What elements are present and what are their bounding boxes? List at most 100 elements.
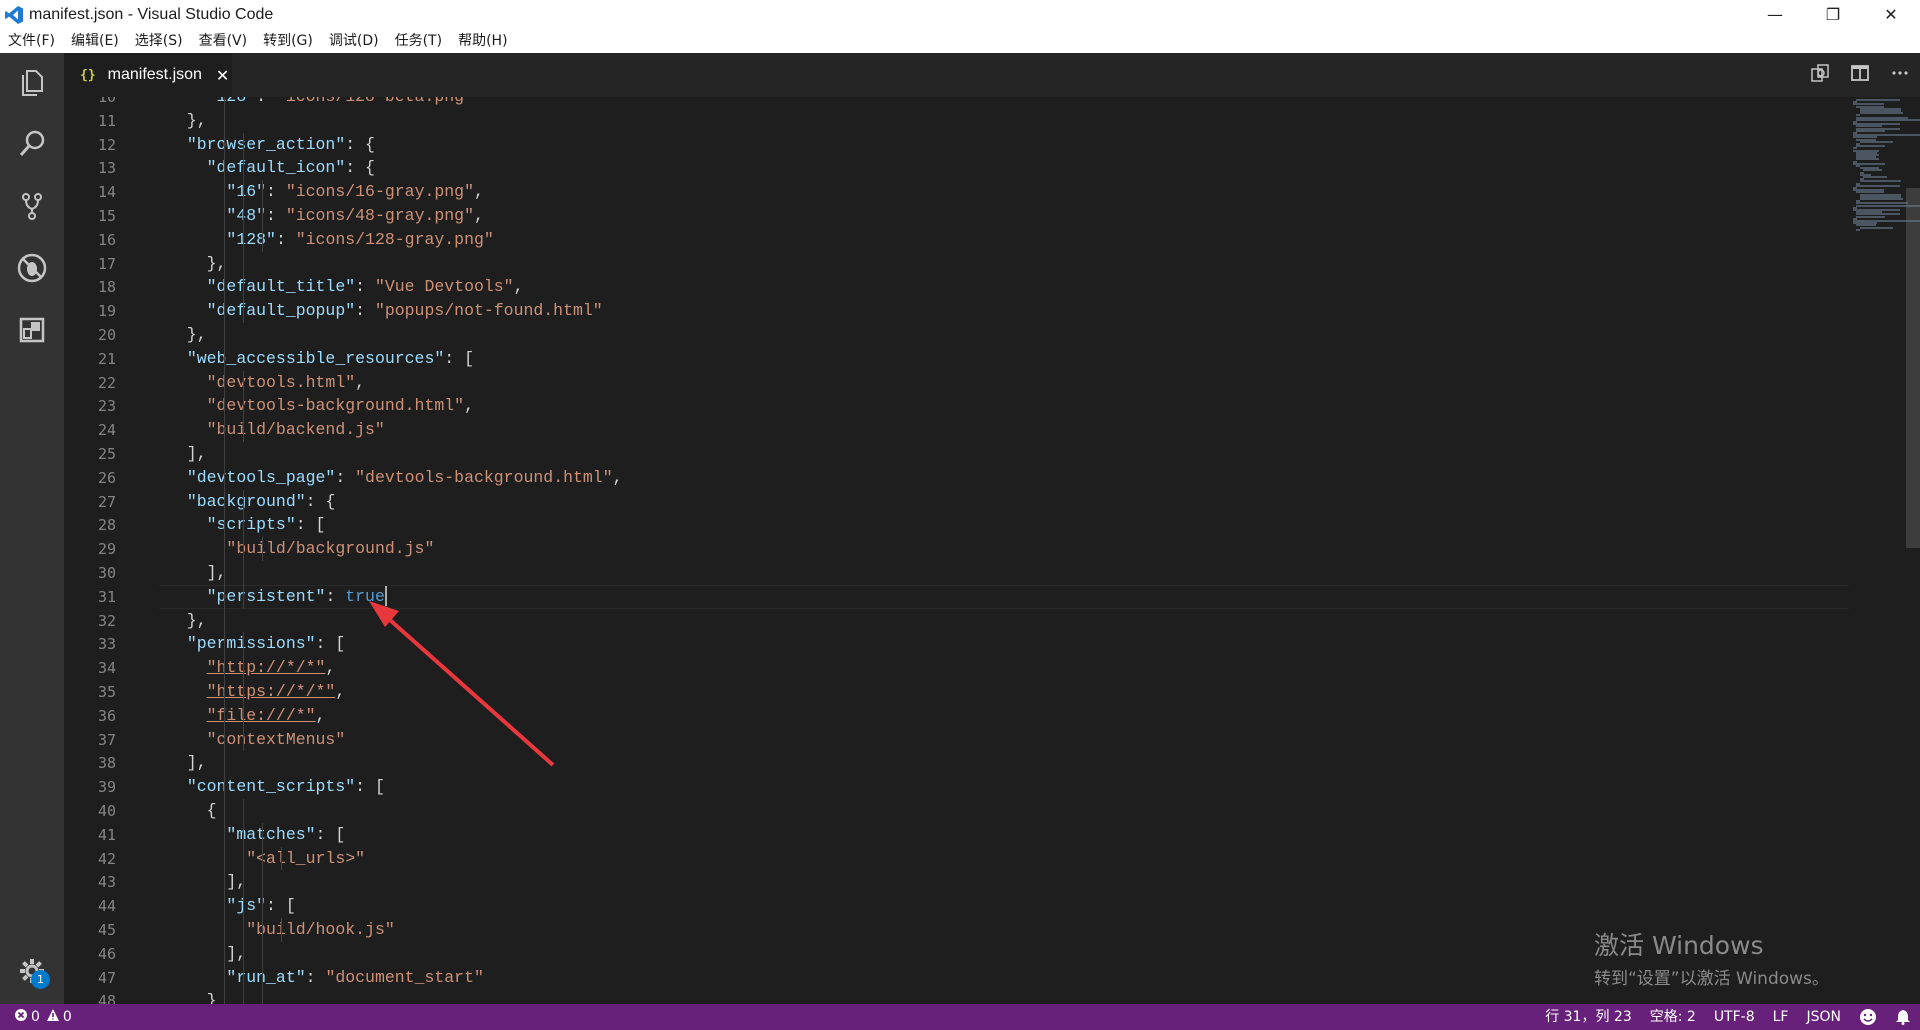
problems-indicator[interactable]: 0 0 <box>0 1004 78 1030</box>
close-button[interactable]: ✕ <box>1862 0 1920 29</box>
minimap-line <box>1859 226 1894 229</box>
explorer-button[interactable] <box>0 53 64 115</box>
line-number: 36 <box>97 706 116 725</box>
code-line: "browser_action": { <box>186 134 375 154</box>
code-line: ], <box>167 444 207 463</box>
minimize-button[interactable]: — <box>1746 0 1804 29</box>
cursor-position[interactable]: 行 31，列 23 <box>1536 1004 1641 1030</box>
indent-guide <box>243 370 244 442</box>
title-bar: manifest.json - Visual Studio Code — ❐ ✕ <box>0 0 1920 29</box>
minimap-line <box>1859 198 1903 200</box>
encoding[interactable]: UTF-8 <box>1705 1004 1764 1030</box>
line-number: 35 <box>97 683 116 701</box>
code-line: ], <box>167 753 207 773</box>
code-line: "http://*/*", <box>206 658 336 678</box>
line-number: 37 <box>97 730 116 749</box>
more-actions-button[interactable] <box>1880 53 1920 97</box>
code-line: }, <box>167 253 227 273</box>
tab-bar: {} manifest.json ✕ <box>64 53 1920 97</box>
code-line: }, <box>167 325 207 344</box>
menu-tasks[interactable]: 任务(T) <box>387 29 450 53</box>
menu-edit[interactable]: 编辑(E) <box>63 29 127 53</box>
watermark-subtitle: 转到“设置”以激活 Windows。 <box>1594 969 1829 989</box>
code-line: "build/background.js" <box>226 539 435 559</box>
search-button[interactable] <box>0 115 64 177</box>
line-number: 11 <box>97 111 116 130</box>
code-line: "default_icon": { <box>206 158 375 178</box>
source-control-button[interactable] <box>0 177 64 239</box>
vertical-scrollbar[interactable] <box>1906 188 1920 548</box>
menu-view[interactable]: 查看(V) <box>191 29 256 53</box>
settings-button[interactable]: 1 <box>0 942 64 1004</box>
source-control-icon <box>17 191 47 225</box>
menu-go[interactable]: 转到(G) <box>255 29 321 53</box>
menu-help[interactable]: 帮助(H) <box>450 29 515 53</box>
code-line: "devtools_page": "devtools-background.ht… <box>186 467 623 487</box>
json-file-icon: {} <box>80 67 96 83</box>
open-changes-button[interactable] <box>1800 53 1840 97</box>
code-line: "build/backend.js" <box>206 420 385 440</box>
line-number: 18 <box>97 278 116 297</box>
line-number: 27 <box>97 492 116 511</box>
code-line: "content_scripts": [ <box>186 777 385 797</box>
language-mode[interactable]: JSON <box>1797 1004 1850 1030</box>
indent-guide <box>262 537 263 561</box>
code-line: "devtools-background.html", <box>206 396 474 416</box>
indent-guide <box>281 918 282 942</box>
files-icon <box>17 67 47 101</box>
code-line: ], <box>167 563 227 582</box>
tab-close-icon[interactable]: ✕ <box>216 66 229 85</box>
code-line: "permissions": [ <box>186 634 346 654</box>
line-number: 16 <box>97 230 116 249</box>
debug-icon <box>16 252 48 288</box>
code-line: "https://*/*", <box>206 682 346 701</box>
code-area[interactable]: "128": "icons/128-beta.png" }, "browser_… <box>167 97 1847 1004</box>
warning-count: 0 <box>62 1009 72 1025</box>
menu-file[interactable]: 文件(F) <box>0 29 63 53</box>
indentation[interactable]: 空格: 2 <box>1641 1004 1705 1030</box>
code-line: "file:///*", <box>206 705 326 725</box>
code-line: "devtools.html", <box>206 372 366 392</box>
line-number: 20 <box>97 326 116 344</box>
notifications-button[interactable] <box>1886 1004 1920 1030</box>
code-line: "<all_urls>" <box>246 848 366 868</box>
tab-manifest-json[interactable]: {} manifest.json ✕ <box>64 53 232 97</box>
code-line: }, <box>167 610 207 630</box>
extensions-button[interactable] <box>0 301 64 363</box>
line-number: 43 <box>97 873 116 892</box>
minimap-line <box>1862 169 1882 172</box>
line-number: 26 <box>97 468 116 487</box>
menu-selection[interactable]: 选择(S) <box>127 29 191 53</box>
line-number-gutter: 10 11 12 13 14 15 16 17 18 19 20 21 22 23 24 25 26 27 28 29… <box>64 97 134 1004</box>
feedback-button[interactable] <box>1850 1004 1886 1030</box>
line-number: 32 <box>97 611 116 630</box>
line-number: 45 <box>97 921 116 939</box>
line-number: 25 <box>97 445 116 463</box>
settings-badge: 1 <box>31 970 50 989</box>
code-line: "persistent": true <box>206 586 387 607</box>
menu-debug[interactable]: 调试(D) <box>321 29 387 53</box>
line-ending[interactable]: LF <box>1764 1004 1798 1030</box>
tab-label: manifest.json <box>107 66 202 83</box>
split-editor-button[interactable] <box>1840 53 1880 97</box>
debug-button[interactable] <box>0 239 64 301</box>
line-number: 15 <box>97 207 116 225</box>
line-number: 17 <box>97 254 116 273</box>
code-line: "web_accessible_resources": [ <box>186 348 474 368</box>
code-line: "128": "icons/128-gray.png" <box>226 229 494 249</box>
line-number: 14 <box>97 183 116 202</box>
editor[interactable]: 10 11 12 13 14 15 16 17 18 19 20 21 22 23 24 25 26 27 28 29… <box>64 97 1920 1004</box>
code-line: ], <box>167 943 247 963</box>
error-count: 0 <box>31 1009 40 1025</box>
line-number: 46 <box>97 944 116 963</box>
code-line: "js": [ <box>226 896 296 916</box>
restore-button[interactable]: ❐ <box>1804 0 1862 29</box>
line-number: 34 <box>97 659 116 678</box>
menu-bar: 文件(F) 编辑(E) 选择(S) 查看(V) 转到(G) 调试(D) 任务(T… <box>0 29 1920 53</box>
minimap-line <box>1859 180 1902 183</box>
minimap-line <box>1856 158 1879 161</box>
code-line: }, <box>167 110 207 130</box>
search-icon <box>17 129 47 163</box>
window-controls: — ❐ ✕ <box>1746 0 1920 29</box>
indent-guide <box>262 180 263 252</box>
